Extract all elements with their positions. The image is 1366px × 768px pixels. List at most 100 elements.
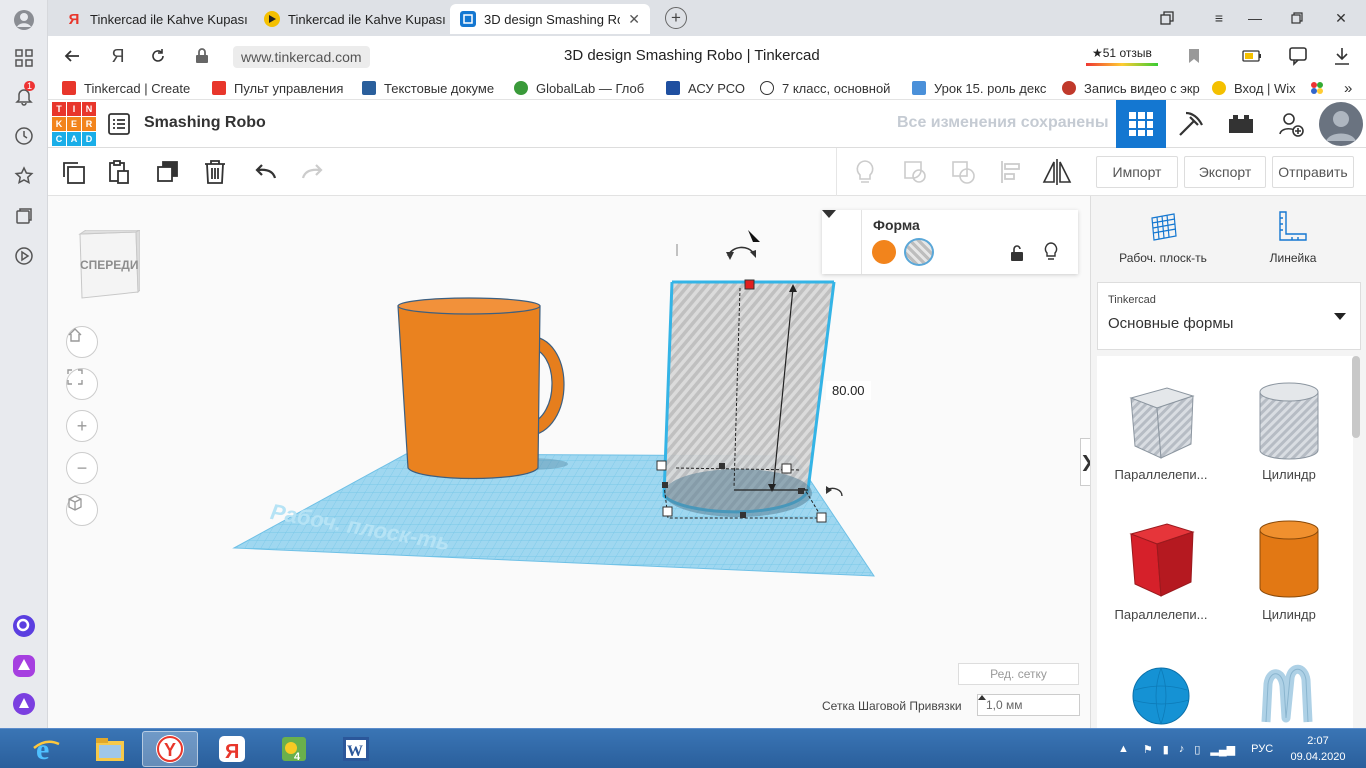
panel-scrollbar[interactable] <box>1352 356 1360 438</box>
tab-switcher-icon[interactable] <box>1156 8 1178 28</box>
zoom-out-icon[interactable]: − <box>66 452 98 484</box>
copy-icon[interactable] <box>58 157 88 187</box>
volume-icon[interactable]: ♪ <box>1179 743 1185 755</box>
solid-color-swatch[interactable] <box>872 240 896 264</box>
shape-box[interactable]: Параллелепи... <box>1101 516 1221 622</box>
view-cube[interactable]: СПЕРЕДИ <box>76 230 140 302</box>
tinkercad-logo[interactable]: T I N K E R C A D <box>52 102 96 146</box>
tab-3-active[interactable]: 3D design Smashing Robo | Tinkercad ✕ <box>450 4 650 34</box>
word-taskbar-icon[interactable]: W <box>328 731 384 767</box>
file-explorer-icon[interactable] <box>82 731 138 767</box>
3d-viewport[interactable]: Рабоч. плоск-ть СПЕРЕДИ + − Форма 80.00 … <box>48 196 1094 728</box>
snap-grid-select[interactable]: 1,0 мм <box>977 694 1080 716</box>
yandex-browser-taskbar-icon[interactable]: Y <box>142 731 198 767</box>
delete-trash-icon[interactable] <box>200 157 230 187</box>
tray-expand-icon[interactable]: ▲ <box>1118 743 1129 755</box>
restore-icon[interactable] <box>1286 8 1308 28</box>
media-play-icon[interactable] <box>12 244 36 268</box>
network-icon[interactable]: ▮ <box>1163 743 1169 756</box>
favorites-star-icon[interactable] <box>12 164 36 188</box>
pickaxe-icon[interactable] <box>1166 100 1216 148</box>
rotate-handle-icon[interactable] <box>825 486 843 497</box>
export-button[interactable]: Экспорт <box>1184 156 1266 188</box>
fit-view-icon[interactable] <box>66 368 98 400</box>
downloads-icon[interactable] <box>1332 46 1352 66</box>
bookmark-item[interactable]: Пульт управления <box>212 79 343 97</box>
url-field[interactable]: www.tinkercad.com <box>233 46 370 68</box>
apps-grid-icon[interactable] <box>12 46 36 70</box>
language-indicator[interactable]: РУС <box>1251 743 1273 755</box>
edit-grid-button[interactable]: Ред. сетку <box>958 663 1079 685</box>
bookmark-icon[interactable] <box>1184 46 1204 66</box>
hole-swatch[interactable] <box>904 238 934 266</box>
action-center-flag-icon[interactable]: ⚑ <box>1143 743 1153 756</box>
close-window-icon[interactable]: ✕ <box>1330 8 1352 28</box>
reviews-badge[interactable]: ★51 отзыв <box>1086 42 1158 66</box>
alice-search-icon[interactable] <box>12 614 36 638</box>
scene-canvas[interactable]: Рабоч. плоск-ть <box>48 196 1090 728</box>
home-view-icon[interactable] <box>66 326 98 358</box>
shape-cylinder[interactable]: Цилиндр <box>1229 516 1349 622</box>
shape-scribble[interactable] <box>1229 656 1349 728</box>
redo-icon[interactable] <box>298 157 328 187</box>
yandex-taskbar-icon[interactable]: Я <box>204 731 260 767</box>
shape-cylinder-hole[interactable]: Цилиндр <box>1229 376 1349 482</box>
clock[interactable]: 2:07 09.04.2020 <box>1288 733 1348 765</box>
collapse-inspector-icon[interactable] <box>822 210 862 274</box>
avatar[interactable] <box>1316 100 1366 148</box>
collections-icon[interactable] <box>12 204 36 228</box>
ruler-tool[interactable]: Линейка <box>1243 210 1343 265</box>
chat-icon[interactable] <box>1288 46 1308 66</box>
add-user-icon[interactable] <box>1266 100 1316 148</box>
workplane-tool[interactable]: Рабоч. плоск-ть <box>1113 210 1213 265</box>
notifications-bell-icon[interactable]: 1 <box>12 81 36 108</box>
height-dimension-label[interactable]: 80.00 <box>826 381 871 400</box>
shape-sphere[interactable] <box>1101 656 1221 728</box>
signal-icon[interactable]: ▂▄▆ <box>1210 743 1235 756</box>
duplicate-icon[interactable] <box>152 157 182 187</box>
project-name[interactable]: Smashing Robo <box>144 114 266 132</box>
group-icon[interactable] <box>900 157 930 187</box>
align-icon[interactable] <box>996 157 1026 187</box>
history-clock-icon[interactable] <box>12 124 36 148</box>
menu-icon[interactable]: ≡ <box>1208 8 1230 28</box>
undo-icon[interactable] <box>250 157 280 187</box>
battery-icon[interactable]: ▯ <box>1194 743 1200 756</box>
mirror-icon[interactable] <box>1042 157 1072 187</box>
mug-model[interactable] <box>397 297 565 480</box>
zoom-in-icon[interactable]: + <box>66 410 98 442</box>
minimize-icon[interactable]: — <box>1244 8 1266 28</box>
shape-library-select[interactable]: Tinkercad Основные формы <box>1097 282 1361 350</box>
bookmark-item[interactable]: Tinkercad | Create <box>62 79 190 97</box>
perspective-cube-icon[interactable] <box>66 494 98 526</box>
tab-1[interactable]: Я Tinkercad ile Kahve Kupası <box>56 4 252 34</box>
hole-cylinder-model[interactable] <box>656 279 836 523</box>
tab-close-icon[interactable]: ✕ <box>628 11 640 28</box>
more-bookmarks-icon[interactable] <box>1310 79 1324 97</box>
bookmark-item[interactable]: Запись видео с экр <box>1062 79 1200 97</box>
battery-saver-icon[interactable] <box>1242 46 1262 66</box>
bookmark-item[interactable]: Урок 15. роль декс <box>912 79 1046 97</box>
game-taskbar-icon[interactable]: 4 <box>266 731 322 767</box>
reload-icon[interactable] <box>148 46 168 66</box>
back-arrow-icon[interactable] <box>62 46 82 66</box>
messenger-icon[interactable] <box>12 654 36 678</box>
bookmark-item[interactable]: Вход | Wix <box>1212 79 1296 97</box>
yandex-home-icon[interactable]: Я <box>108 46 128 66</box>
bookmark-item[interactable]: АСУ РСО <box>666 79 745 97</box>
profile-icon[interactable] <box>12 8 36 32</box>
bookmark-item[interactable]: 7 класс, основной <box>760 79 890 97</box>
send-button[interactable]: Отправить <box>1272 156 1354 188</box>
import-button[interactable]: Импорт <box>1096 156 1178 188</box>
tab-2[interactable]: Tinkercad ile Kahve Kupası <box>254 4 450 34</box>
ungroup-icon[interactable] <box>948 157 978 187</box>
bookmarks-overflow-icon[interactable]: » <box>1344 79 1352 97</box>
shape-box-hole[interactable]: Параллелепи... <box>1101 376 1221 482</box>
bookmark-item[interactable]: GlobalLab — Глоб <box>514 79 644 97</box>
lock-icon[interactable] <box>192 46 212 66</box>
bookmark-item[interactable]: Текстовые докуме <box>362 79 494 97</box>
bricks-icon[interactable] <box>1216 100 1266 148</box>
rotate-handle-icon[interactable] <box>726 230 760 260</box>
internet-explorer-icon[interactable]: e <box>18 731 74 767</box>
show-all-lightbulb-icon[interactable] <box>850 157 880 187</box>
